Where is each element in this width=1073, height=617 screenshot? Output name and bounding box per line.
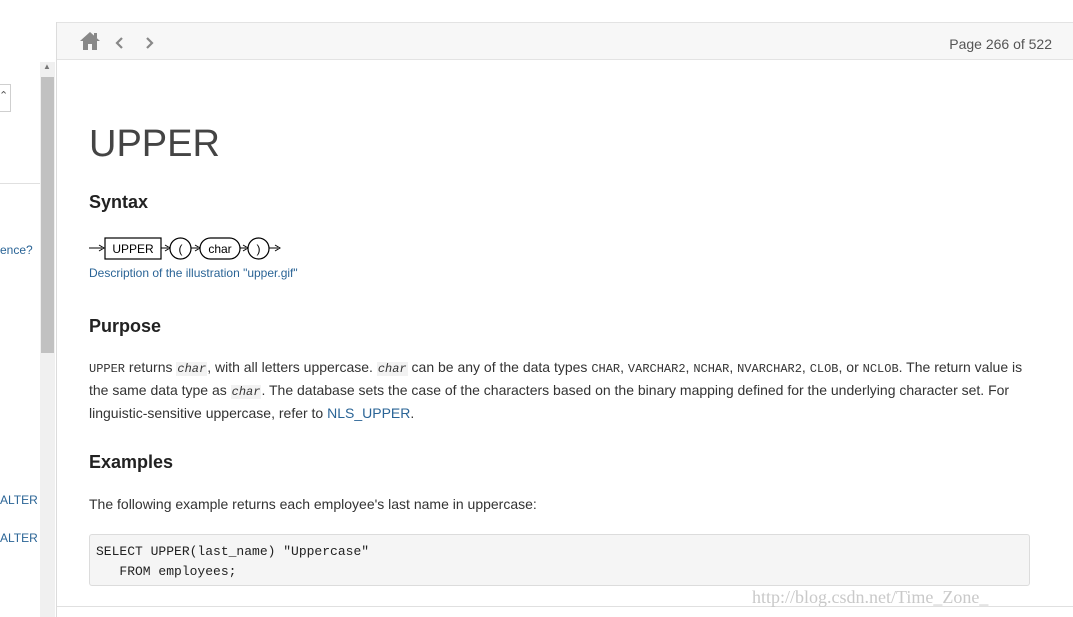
code-term: CHAR xyxy=(591,362,621,376)
text-run: . xyxy=(410,405,415,421)
left-panel: ⌃ ence? ALTER ALTER ▲ xyxy=(0,22,57,617)
code-example: SELECT UPPER(last_name) "Uppercase" FROM… xyxy=(89,534,1030,586)
syntax-diagram: UPPER ( char ) xyxy=(89,237,281,260)
syntax-open-paren: ( xyxy=(179,242,183,256)
code-term: VARCHAR2 xyxy=(627,362,686,376)
scroll-up-arrow-icon[interactable]: ▲ xyxy=(43,62,51,71)
code-term: char xyxy=(176,362,208,376)
text-run: can be any of the data types xyxy=(407,359,592,375)
syntax-keyword: UPPER xyxy=(112,242,154,256)
left-nav-link[interactable]: ALTER xyxy=(0,493,38,507)
purpose-paragraph: UPPER returns char, with all letters upp… xyxy=(89,357,1039,424)
code-term: NCHAR xyxy=(693,362,730,376)
text-run: , xyxy=(801,359,810,375)
syntax-close-paren: ) xyxy=(257,242,261,256)
purpose-heading: Purpose xyxy=(89,316,162,336)
chevron-right-icon[interactable] xyxy=(144,36,154,54)
text-run: , or xyxy=(838,359,863,375)
code-line: FROM employees; xyxy=(96,564,237,579)
syntax-arg: char xyxy=(208,242,231,256)
left-nav-link[interactable]: ALTER xyxy=(0,531,38,545)
code-line: SELECT UPPER(last_name) "Uppercase" xyxy=(96,544,370,559)
examples-heading: Examples xyxy=(89,452,174,472)
text-run: , with all letters uppercase. xyxy=(207,359,377,375)
code-term: CLOB xyxy=(809,362,839,376)
home-icon[interactable] xyxy=(79,31,101,56)
left-panel-box[interactable]: ⌃ xyxy=(0,84,11,112)
text-run: returns xyxy=(125,359,177,375)
left-box-glyph: ⌃ xyxy=(0,89,8,102)
scrollbar-thumb[interactable] xyxy=(41,77,54,353)
nls-upper-link[interactable]: NLS_UPPER xyxy=(327,405,410,421)
text-run: , xyxy=(620,359,628,375)
code-term: NVARCHAR2 xyxy=(737,362,802,376)
code-term: char xyxy=(230,385,262,399)
chevron-left-icon[interactable] xyxy=(115,36,125,54)
text-run: , xyxy=(729,359,738,375)
left-divider xyxy=(0,183,40,184)
page-indicator: Page 266 of 522 xyxy=(949,36,1052,52)
examples-intro: The following example returns each emplo… xyxy=(89,496,537,512)
syntax-heading: Syntax xyxy=(89,192,149,212)
top-strip xyxy=(0,0,1073,23)
toolbar: Page 266 of 522 xyxy=(57,23,1073,60)
illustration-description-link[interactable]: Description of the illustration "upper.g… xyxy=(89,266,298,280)
page-title: UPPER xyxy=(89,123,220,165)
code-term: UPPER xyxy=(89,362,126,376)
watermark: http://blog.csdn.net/Time_Zone_ xyxy=(752,587,989,607)
left-nav-link[interactable]: ence? xyxy=(0,243,33,257)
code-term: NCLOB xyxy=(862,362,899,376)
code-term: char xyxy=(376,362,408,376)
